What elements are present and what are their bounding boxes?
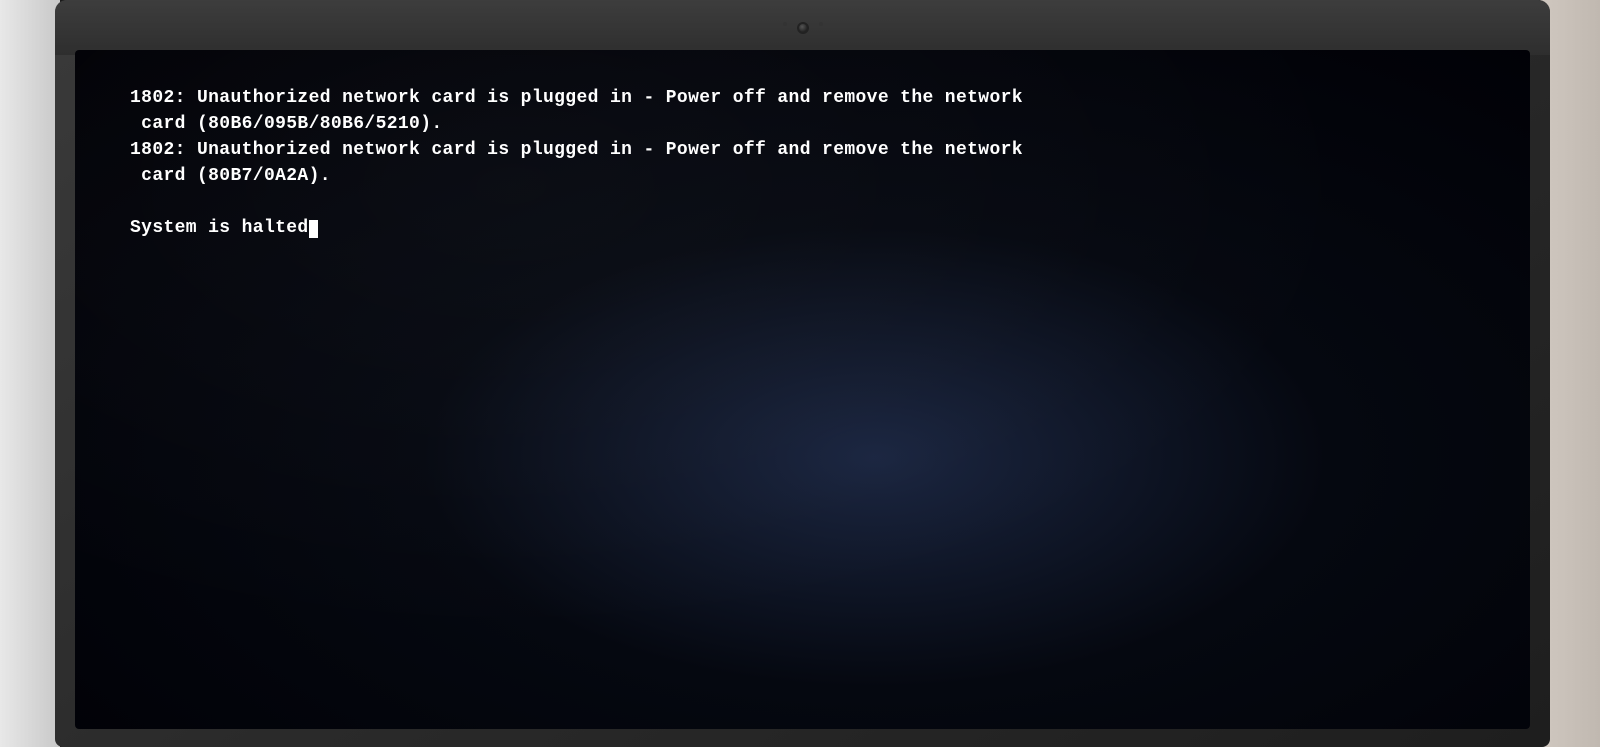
terminal-cursor xyxy=(309,220,319,238)
webcam-indicator-left xyxy=(783,22,787,26)
monitor-screen: 1802: Unauthorized network card is plugg… xyxy=(75,50,1530,729)
terminal-line-1: 1802: Unauthorized network card is plugg… xyxy=(130,85,1500,111)
monitor-bezel: 1802: Unauthorized network card is plugg… xyxy=(55,0,1550,747)
terminal-content: 1802: Unauthorized network card is plugg… xyxy=(130,85,1500,242)
terminal-blank-line xyxy=(130,189,1500,215)
photo-frame: 1802: Unauthorized network card is plugg… xyxy=(0,0,1600,747)
monitor-top-bar xyxy=(55,0,1550,55)
terminal-line-3: 1802: Unauthorized network card is plugg… xyxy=(130,137,1500,163)
terminal-line-4: card (80B7/0A2A). xyxy=(130,163,1500,189)
background-left xyxy=(0,0,60,747)
webcam-camera xyxy=(797,22,809,34)
webcam-indicator-right xyxy=(819,22,823,26)
terminal-line-2: card (80B6/095B/80B6/5210). xyxy=(130,111,1500,137)
terminal-line-halted: System is halted xyxy=(130,215,1500,241)
